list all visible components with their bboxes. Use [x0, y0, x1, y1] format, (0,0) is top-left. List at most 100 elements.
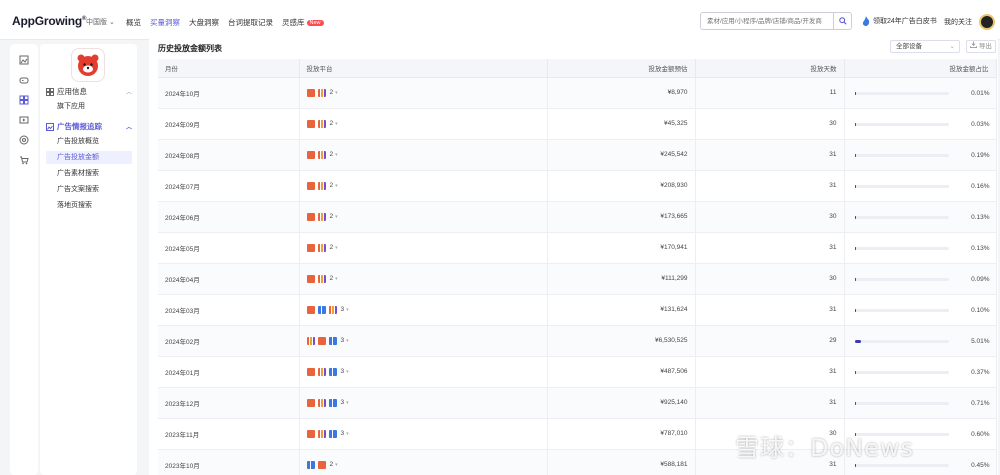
platform-blue-icon — [317, 305, 326, 314]
nav-item-2[interactable]: 大盘洞察 — [189, 17, 219, 28]
column-header-amount[interactable]: 投放金额预估 — [547, 59, 696, 78]
platform-cell[interactable]: 2 ▾ — [299, 170, 548, 202]
nav-item-1[interactable]: 买量洞察 — [150, 17, 180, 28]
platform-count[interactable]: 2 — [330, 244, 334, 251]
user-avatar[interactable] — [979, 14, 995, 30]
platform-blue-icon — [328, 429, 337, 438]
days-cell: 31 — [695, 387, 845, 419]
month-cell: 2023年10月 — [158, 449, 300, 475]
platform-count[interactable]: 3 — [341, 368, 345, 375]
column-header-platform[interactable]: 投放平台 — [299, 59, 548, 78]
image-icon[interactable] — [18, 54, 30, 66]
platform-multi-icon — [328, 305, 337, 314]
platform-cell[interactable]: 2 ▾ — [299, 263, 548, 295]
column-header-share[interactable]: 投放金额占比 — [844, 59, 997, 78]
chevron-down-icon: ▾ — [346, 369, 349, 376]
bear-logo-icon — [77, 54, 99, 76]
platform-multi-icon — [317, 212, 326, 221]
watermark: 雪球：DoNews — [735, 434, 915, 462]
amount-cell: ¥925,140 — [547, 387, 696, 419]
video-icon[interactable] — [18, 114, 30, 126]
share-bar-track — [854, 339, 949, 343]
platform-cell[interactable]: 3 ▾ — [299, 356, 548, 388]
download-icon — [970, 41, 977, 48]
platform-toutiao-icon — [306, 367, 315, 376]
month-cell: 2024年07月 — [158, 170, 300, 202]
nav-item-label: 买量洞察 — [150, 18, 180, 27]
platform-cell[interactable]: 2 ▾ — [299, 77, 548, 109]
share-cell: 0.10% — [844, 294, 997, 326]
app-logo[interactable]: AppGrowing® — [12, 14, 86, 28]
platform-count[interactable]: 3 — [341, 399, 345, 406]
column-header-month[interactable]: 月份 — [158, 59, 300, 78]
export-label: 导出 — [978, 43, 992, 50]
platform-count[interactable]: 2 — [330, 120, 334, 127]
share-cell: 5.01% — [844, 325, 997, 357]
platform-count[interactable]: 2 — [330, 89, 334, 96]
spend-table: 月份 投放平台 投放金额预估 投放天数 投放金额占比 2024年10月 2 ▾ ¥8,… — [158, 59, 997, 475]
region-selector[interactable]: 中国版 ⌄ — [86, 17, 115, 27]
platform-count[interactable]: 2 — [330, 461, 334, 468]
platform-multi-icon — [317, 150, 326, 159]
apps-grid-icon[interactable] — [18, 94, 30, 106]
platform-toutiao-icon — [317, 336, 326, 345]
chevron-down-icon: ▾ — [335, 183, 338, 190]
nav-item-3[interactable]: 台词提取记录 — [228, 17, 273, 28]
my-follows-link[interactable]: 我的关注 — [944, 17, 972, 27]
column-header-days[interactable]: 投放天数 — [695, 59, 845, 78]
chevron-down-icon: ▾ — [346, 431, 349, 438]
platform-multi-icon — [317, 398, 326, 407]
platform-cell[interactable]: 2 ▾ — [299, 108, 548, 140]
platform-count[interactable]: 2 — [330, 213, 334, 220]
share-value: 0.19% — [971, 151, 990, 159]
platform-cell[interactable]: 3 ▾ — [299, 325, 548, 357]
platform-toutiao-icon — [306, 398, 315, 407]
share-cell: 0.71% — [844, 387, 997, 419]
whitepaper-link[interactable]: 领取24年广告白皮书 — [862, 16, 937, 26]
platform-count[interactable]: 3 — [341, 337, 345, 344]
days-cell: 31 — [695, 356, 845, 388]
nav-item-4[interactable]: 灵感库 New — [282, 17, 324, 28]
days-cell: 31 — [695, 232, 845, 264]
platform-count[interactable]: 2 — [330, 182, 334, 189]
platform-cell[interactable]: 2 ▾ — [299, 201, 548, 233]
gamepad-icon[interactable] — [18, 74, 30, 86]
app-info-section[interactable]: 应用信息 ︿ — [46, 86, 132, 97]
export-button[interactable]: 导出 — [966, 40, 996, 53]
sidebar-item-ad-3[interactable]: 广告文案搜索 — [46, 183, 132, 196]
device-filter-select[interactable]: 全部设备 ⌄ — [890, 40, 960, 53]
platform-cell[interactable]: 2 ▾ — [299, 139, 548, 171]
nav-item-0[interactable]: 概览 — [126, 17, 141, 28]
platform-cell[interactable]: 2 ▾ — [299, 449, 548, 475]
share-bar-track — [854, 308, 949, 312]
platform-count[interactable]: 2 — [330, 275, 334, 282]
platform-count[interactable]: 3 — [341, 430, 345, 437]
platform-cell[interactable]: 3 ▾ — [299, 294, 548, 326]
table-row: 2023年12月 3 ▾ ¥925,140 31 0.71% — [158, 387, 997, 419]
page-title: 历史投放金额列表 — [158, 44, 222, 53]
cart-icon[interactable] — [18, 154, 30, 166]
search-button[interactable] — [833, 13, 851, 29]
sidebar-item-subsidiary-apps[interactable]: 旗下应用 — [46, 100, 132, 113]
top-navbar: AppGrowing® 中国版 ⌄ 概览 买量洞察 大盘洞察 台词提取记录 灵感库 New… — [0, 0, 1000, 40]
platform-count[interactable]: 2 — [330, 151, 334, 158]
table-row: 2024年08月 2 ▾ ¥245,542 31 0.19% — [158, 139, 997, 171]
search-input[interactable] — [701, 13, 831, 29]
sidebar-item-ad-1[interactable]: 广告投放金额 — [46, 151, 132, 164]
platform-blue-icon — [328, 367, 337, 376]
share-bar-fill — [854, 122, 856, 126]
target-icon[interactable] — [18, 134, 30, 146]
share-bar-track — [854, 122, 949, 126]
whitepaper-label: 领取24年广告白皮书 — [873, 18, 937, 25]
platform-count[interactable]: 3 — [341, 306, 345, 313]
sidebar-item-ad-2[interactable]: 广告素材搜索 — [46, 167, 132, 180]
platform-toutiao-icon — [306, 274, 315, 283]
sidebar-item-ad-0[interactable]: 广告投放概览 — [46, 135, 132, 148]
platform-cell[interactable]: 3 ▾ — [299, 418, 548, 450]
sidebar-item-ad-4[interactable]: 落地页搜索 — [46, 199, 132, 212]
share-bar-track — [854, 91, 949, 95]
ad-intel-section[interactable]: 广告情报追踪 ︿ — [46, 121, 132, 132]
platform-cell[interactable]: 2 ▾ — [299, 232, 548, 264]
platform-cell[interactable]: 3 ▾ — [299, 387, 548, 419]
share-cell: 0.13% — [844, 232, 997, 264]
